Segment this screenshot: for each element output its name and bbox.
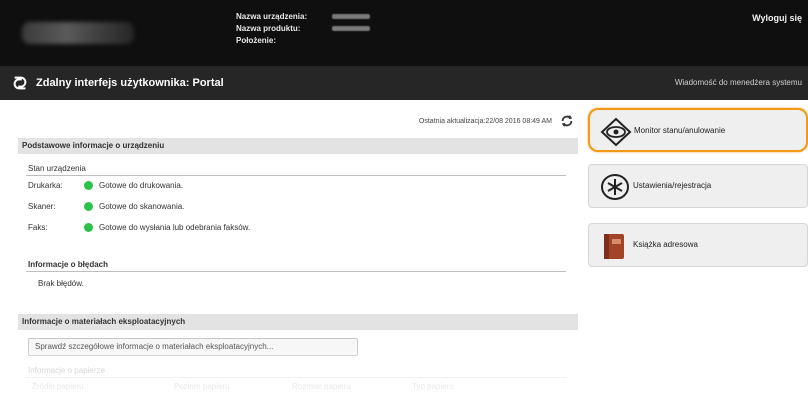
status-value: Gotowe do drukowania. [99, 181, 184, 190]
status-row-printer: Drukarka: Gotowe do drukowania. [28, 181, 183, 190]
status-ok-icon [84, 181, 93, 190]
basic-info-header: Podstawowe informacje o urządzeniu [18, 138, 578, 154]
status-value: Gotowe do wysłania lub odebrania faksów. [99, 223, 251, 232]
divider [26, 175, 566, 176]
page-title: Zdalny interfejs użytkownika: Portal [36, 77, 224, 89]
status-value: Gotowe do skanowania. [99, 202, 185, 211]
device-info: Nazwa urządzenia: Nazwa produktu: Położe… [236, 11, 370, 47]
col-paper-size: Rozmiar papieru [292, 382, 351, 391]
sidebar-item-address-book[interactable]: Książka adresowa [588, 223, 808, 267]
sidebar-item-label: Ustawienia/rejestracja [633, 181, 712, 190]
product-name-value-redacted [332, 26, 370, 31]
last-update-text: Ostatnia aktualizacja:22/08 2016 08:49 A… [418, 117, 552, 125]
portal-icon [13, 76, 27, 90]
status-label: Faks: [28, 223, 48, 232]
sidebar-item-status-monitor[interactable]: Monitor stanu/anulowanie [588, 108, 808, 152]
divider [26, 271, 566, 272]
sidebar-item-label: Książka adresowa [633, 240, 698, 249]
status-label: Drukarka: [28, 181, 63, 190]
title-bar: Zdalny interfejs użytkownika: Portal Wia… [0, 66, 808, 100]
sidebar-item-label: Monitor stanu/anulowanie [634, 126, 726, 135]
device-name-label: Nazwa urządzenia: [236, 12, 308, 21]
device-name-value-redacted [332, 14, 370, 19]
paper-info-heading: Informacje o papierze [28, 366, 105, 375]
consumables-details-button[interactable]: Sprawdź szczegółowe informacje o materia… [28, 338, 358, 356]
brand-logo [22, 22, 134, 44]
location-label: Położenie: [236, 36, 277, 45]
address-book-icon [604, 234, 624, 259]
top-header: Nazwa urządzenia: Nazwa produktu: Położe… [0, 0, 808, 66]
message-to-admin-link[interactable]: Wiadomość do menedżera systemu [675, 78, 802, 87]
col-paper-level: Poziom papieru [174, 382, 230, 391]
status-ok-icon [84, 223, 93, 232]
status-row-scanner: Skaner: Gotowe do skanowania. [28, 202, 184, 211]
settings-star-icon [601, 174, 629, 200]
product-name-label: Nazwa produktu: [236, 24, 301, 33]
status-label: Skaner: [28, 202, 56, 211]
error-info-heading: Informacje o błędach [28, 260, 109, 269]
last-update: Ostatnia aktualizacja:22/08 2016 08:49 A… [419, 114, 574, 128]
divider [26, 377, 566, 378]
status-row-fax: Faks: Gotowe do wysłania lub odebrania f… [28, 223, 250, 232]
col-paper-source: Źródło papieru [32, 382, 84, 391]
error-info-value: Brak błędów. [38, 279, 84, 288]
sidebar-item-settings[interactable]: Ustawienia/rejestracja [588, 164, 808, 208]
device-status-heading: Stan urządzenia [28, 164, 86, 173]
refresh-icon[interactable] [560, 114, 574, 128]
consumables-header: Informacje o materiałach eksploatacyjnyc… [18, 314, 578, 330]
status-ok-icon [84, 202, 93, 211]
logout-link[interactable]: Wyloguj się [752, 13, 802, 23]
main-content: Ostatnia aktualizacja:22/08 2016 08:49 A… [18, 106, 580, 403]
col-paper-type: Typ papieru [412, 382, 454, 391]
eye-icon [600, 117, 632, 147]
